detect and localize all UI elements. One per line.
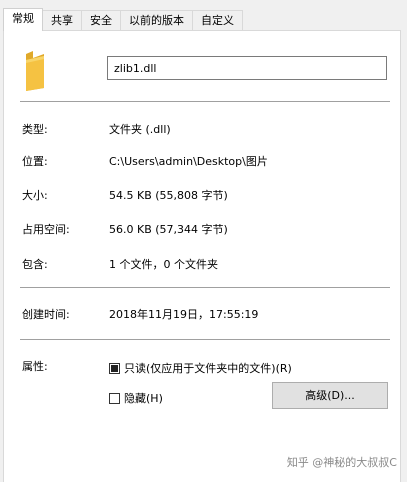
tab-security[interactable]: 安全 xyxy=(81,10,121,30)
properties-dialog: 常规 共享 安全 以前的版本 自定义 类型: 文件夹 (.dll) 位置: C:… xyxy=(0,0,407,482)
location-value: C:\Users\admin\Desktop\图片 xyxy=(109,155,268,168)
separator xyxy=(20,101,390,102)
size-on-disk-label: 占用空间: xyxy=(22,223,70,236)
file-name-input[interactable] xyxy=(107,56,387,80)
location-label: 位置: xyxy=(22,155,48,168)
tab-general[interactable]: 常规 xyxy=(3,8,43,31)
size-label: 大小: xyxy=(22,189,48,202)
created-value: 2018年11月19日，17:55:19 xyxy=(109,308,259,321)
hidden-checkbox-label: 隐藏(H) xyxy=(124,392,163,405)
created-label: 创建时间: xyxy=(22,308,70,321)
contains-value: 1 个文件，0 个文件夹 xyxy=(109,258,218,271)
tab-strip: 常规 共享 安全 以前的版本 自定义 xyxy=(3,8,243,31)
tab-customize[interactable]: 自定义 xyxy=(192,10,243,30)
tab-previous-versions[interactable]: 以前的版本 xyxy=(120,10,193,30)
separator xyxy=(20,287,390,288)
readonly-checkbox[interactable]: 只读(仅应用于文件夹中的文件)(R) xyxy=(109,360,292,376)
readonly-checkbox-label: 只读(仅应用于文件夹中的文件)(R) xyxy=(124,362,292,375)
size-value: 54.5 KB (55,808 字节) xyxy=(109,189,228,202)
hidden-checkbox-box[interactable] xyxy=(109,392,120,404)
contains-label: 包含: xyxy=(22,258,48,271)
size-on-disk-value: 56.0 KB (57,344 字节) xyxy=(109,223,228,236)
watermark: 知乎 @神秘的大叔叔C xyxy=(286,456,397,469)
type-value: 文件夹 (.dll) xyxy=(109,123,171,136)
folder-icon xyxy=(26,51,44,91)
hidden-checkbox[interactable]: 隐藏(H) xyxy=(109,390,163,406)
attributes-label: 属性: xyxy=(22,360,48,373)
type-label: 类型: xyxy=(22,123,48,136)
readonly-checkbox-box[interactable] xyxy=(109,362,120,374)
separator xyxy=(20,339,390,340)
tab-sharing[interactable]: 共享 xyxy=(42,10,82,30)
advanced-button[interactable]: 高级(D)... xyxy=(272,382,388,409)
